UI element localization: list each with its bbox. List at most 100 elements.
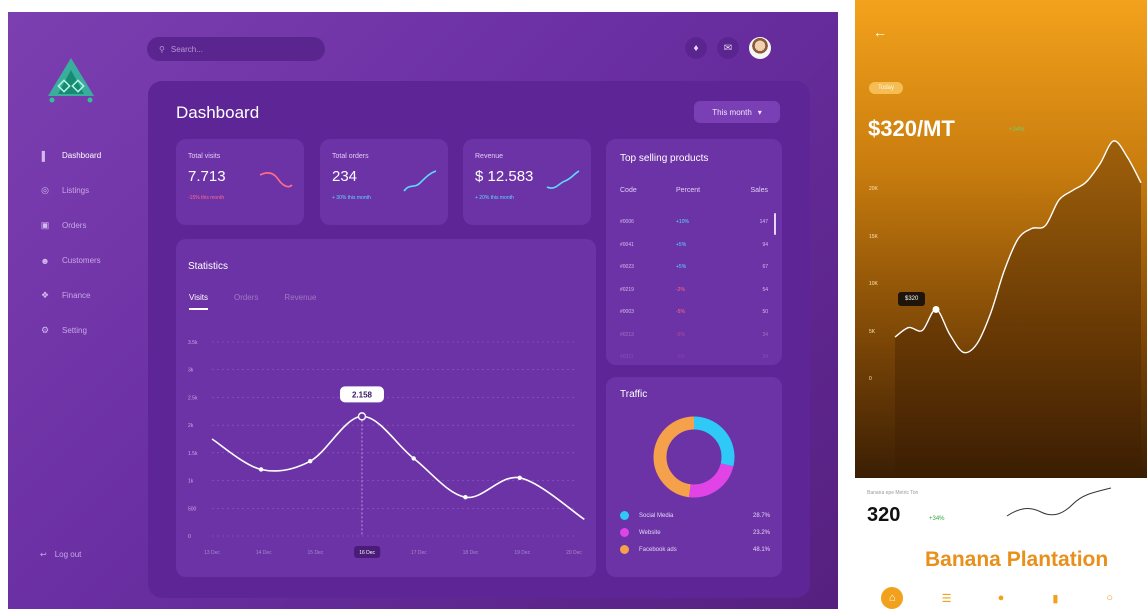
x-tick-label: 18 Dec [463, 550, 479, 556]
kpi-change: + 20% this month [475, 195, 514, 201]
x-tick-label: 13 Dec [204, 550, 220, 556]
sidebar: ▌ Dashboard ◎ Listings ▣ Orders ☻ Custom… [38, 138, 101, 348]
brand-name: Banana Plantation [925, 548, 1109, 571]
cell-sales: 34 [762, 354, 768, 361]
cell-percent: +5% [676, 241, 687, 248]
finance-icon: ❖ [40, 290, 50, 300]
home-icon[interactable]: ⌂ [881, 587, 904, 609]
highlight-point [932, 305, 940, 313]
sidebar-item-finance[interactable]: ❖ Finance [38, 278, 101, 313]
table-row[interactable]: #0003 -5% 50 [620, 301, 768, 324]
legend-label: Website [639, 529, 661, 536]
tooltip-value: 2.158 [352, 390, 373, 399]
column-code: Code [620, 187, 637, 194]
sidebar-item-label: Orders [62, 221, 87, 230]
kpi-card-visits: Total visits 7.713 -15% this month [176, 139, 304, 225]
cell-code: #0213 [620, 331, 634, 338]
mail-icon[interactable]: ✉ [717, 37, 739, 59]
y-tick-label: 1.5k [188, 451, 198, 457]
price-line-chart [894, 140, 1142, 478]
avatar[interactable] [749, 37, 771, 59]
search-icon: ⚲ [159, 44, 165, 54]
data-point [411, 456, 416, 461]
kpi-card-orders: Total orders 234 + 30% this month [320, 139, 448, 225]
sidebar-item-dashboard[interactable]: ▌ Dashboard [38, 138, 101, 173]
x-tick-label: 17 Dec [411, 550, 427, 556]
legend-percent: 28.7% [752, 512, 770, 519]
legend-dot [620, 545, 629, 554]
cell-sales: 94 [762, 241, 768, 248]
mic-icon[interactable]: ● [990, 587, 1012, 609]
traffic-donut-chart [653, 416, 735, 498]
kpi-change: -15% this month [188, 195, 225, 201]
traffic-card: Traffic Social Media 28.7% Website 23.2% [606, 377, 782, 577]
legend-label: Social Media [639, 512, 674, 519]
table-row[interactable]: #0219 -2% 54 [620, 279, 768, 302]
sidebar-item-orders[interactable]: ▣ Orders [38, 208, 101, 243]
statistics-card: Statistics Visits Orders Revenue 0 500 1k 1… [176, 239, 596, 577]
sidebar-item-label: Dashboard [62, 151, 102, 160]
cell-sales: 50 [762, 309, 768, 316]
list-icon: ◎ [41, 185, 49, 195]
cell-sales: 67 [762, 264, 768, 271]
kpi-change-row: -15% this month [188, 195, 292, 201]
cell-percent: -5% [676, 354, 685, 361]
cell-code: #0023 [620, 264, 634, 271]
cell-sales: 147 [759, 219, 768, 226]
y-tick-label: 500 [188, 506, 197, 512]
user-icon: ☻ [40, 255, 50, 266]
table-row[interactable]: #0041 +5% 94 [620, 234, 768, 257]
search-input[interactable] [170, 44, 291, 54]
notification-icon[interactable]: ♦ [685, 37, 707, 59]
price-tooltip: $320 [898, 292, 926, 306]
period-dropdown[interactable]: This month ▾ [694, 101, 780, 123]
visits-line-chart: 0 500 1k 1.5k 2k 2.5k 3k 3.5k 13 Dec 14 Dec 15 Dec… [188, 340, 585, 558]
cell-percent: -5% [676, 331, 685, 338]
x-tick-label: 16 Dec [359, 550, 375, 556]
table-row[interactable]: #0311 -5% 34 [620, 346, 768, 369]
column-sales: Sales [750, 187, 768, 194]
bottom-nav: ⌂ ☰ ● ▮ ○ [855, 583, 1147, 613]
lock-icon[interactable]: ○ [1099, 587, 1121, 609]
list-icon[interactable]: ☰ [936, 587, 958, 609]
cell-code: #0003 [620, 309, 634, 316]
y-tick-label: 2k [188, 423, 194, 429]
kpi-change-row: + 20% this month [475, 195, 579, 201]
y-tick-label: 2.5k [188, 395, 198, 401]
gear-icon: ⚙ [40, 325, 50, 335]
table-row[interactable]: #0006 +10% 147 [620, 211, 768, 234]
screenshot-collage: ▌ Dashboard ◎ Listings ▣ Orders ☻ Custom… [0, 0, 1147, 613]
legend-dot [620, 528, 629, 537]
data-point [517, 475, 522, 480]
legend-item: Facebook ads 48.1% [620, 541, 770, 558]
trend-up-sparkline [403, 170, 437, 192]
logout-icon: ↩ [40, 550, 47, 559]
scrollbar-thumb[interactable] [774, 213, 776, 235]
cell-percent: +5% [676, 264, 687, 271]
legend-item: Social Media 28.7% [620, 507, 770, 524]
top-selling-title: Top selling products [620, 153, 709, 164]
sidebar-item-customers[interactable]: ☻ Customers [38, 243, 101, 278]
table-row[interactable]: #0023 +5% 67 [620, 256, 768, 279]
kpi-label: Total orders [332, 153, 369, 160]
price-area-fill [895, 140, 1141, 478]
cell-code: #0311 [620, 354, 634, 361]
book-icon[interactable]: ▮ [1044, 587, 1066, 609]
y-tick-label: 0 [188, 534, 191, 540]
y-tick-label: 3k [188, 368, 194, 374]
data-point [258, 467, 264, 472]
summary-value: 320 [867, 504, 901, 526]
sidebar-item-setting[interactable]: ⚙ Setting [38, 313, 101, 348]
y-tick-label: 3.5k [188, 340, 198, 346]
cart-icon: ▣ [40, 220, 50, 230]
logout-label: Log out [54, 550, 82, 559]
table-row[interactable]: #0213 -5% 34 [620, 324, 768, 347]
cell-code: #0006 [620, 219, 634, 226]
trend-down-sparkline [259, 172, 293, 188]
x-tick-label: 20 Dec [566, 550, 582, 556]
cell-sales: 54 [762, 286, 768, 293]
traffic-legend: Social Media 28.7% Website 23.2% Faceboo… [620, 507, 770, 558]
sidebar-item-listings[interactable]: ◎ Listings [38, 173, 101, 208]
logout-button[interactable]: ↩ Log out [40, 550, 81, 559]
bar-chart-icon: ▌ [41, 150, 49, 161]
